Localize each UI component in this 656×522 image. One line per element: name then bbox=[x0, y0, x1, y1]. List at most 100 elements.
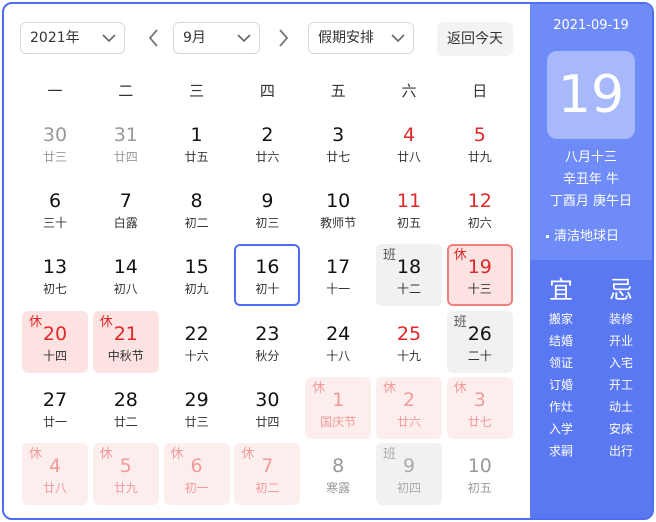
day-cell[interactable]: 29 廿三 bbox=[164, 377, 230, 439]
day-cell[interactable]: 16 初十 bbox=[234, 244, 301, 307]
holiday-badge: 休 bbox=[170, 447, 184, 462]
yi-item: 求嗣 bbox=[548, 444, 573, 458]
day-cell[interactable]: 8 初二 bbox=[164, 178, 230, 240]
holiday-badge: 休 bbox=[29, 314, 43, 330]
chevron-left-icon[interactable] bbox=[144, 26, 164, 50]
lunar-label: 教师节 bbox=[320, 216, 357, 231]
festival-item: 清洁地球日 bbox=[546, 228, 619, 246]
day-number: 4 bbox=[402, 124, 416, 146]
ji-item: 装修 bbox=[608, 312, 633, 326]
lunar-label: 初七 bbox=[42, 282, 67, 297]
day-cell[interactable]: 30 廿三 bbox=[22, 112, 88, 174]
lunar-label: 廿二 bbox=[113, 414, 138, 429]
bullet-icon bbox=[546, 235, 549, 238]
day-cell[interactable]: 17 十一 bbox=[305, 244, 371, 306]
month-day-ganzhi: 丁酉月 庚午日 bbox=[549, 194, 633, 209]
day-cell[interactable]: 班 9 初四 bbox=[376, 443, 442, 505]
lunar-label: 国庆节 bbox=[320, 414, 357, 429]
day-number: 29 bbox=[184, 388, 209, 411]
lunar-label: 初五 bbox=[396, 216, 421, 231]
day-cell[interactable]: 7 白露 bbox=[93, 178, 159, 240]
lunar-label: 二十 bbox=[467, 348, 492, 363]
day-cell[interactable]: 5 廿九 bbox=[447, 112, 513, 174]
day-cell[interactable]: 22 十六 bbox=[164, 311, 230, 373]
lunar-label: 初六 bbox=[467, 216, 492, 231]
month-select[interactable]: 9月 bbox=[173, 22, 260, 54]
back-to-today-button[interactable]: 返回今天 bbox=[437, 22, 513, 56]
yi-list: 搬家 结婚 领证 订婚 作灶 入学 求嗣 bbox=[541, 308, 581, 462]
year-select[interactable]: 2021年 bbox=[20, 22, 125, 54]
lunar-label: 廿九 bbox=[467, 150, 492, 164]
day-cell[interactable]: 休 1 国庆节 bbox=[305, 376, 372, 439]
day-cell[interactable]: 班 26 二十 bbox=[446, 310, 513, 373]
yi-item: 订婚 bbox=[548, 378, 573, 392]
day-cell[interactable]: 10 教师节 bbox=[305, 178, 371, 240]
ji-item: 出行 bbox=[608, 444, 633, 458]
day-cell[interactable]: 11 初五 bbox=[376, 178, 442, 240]
day-number: 17 bbox=[326, 256, 351, 279]
calendar-widget: 2021年 9月 假期安排 返回今天 一 二 三 四 五 六 日 30 廿三 31 廿四 1 廿五 2 廿… bbox=[2, 2, 654, 520]
day-cell[interactable]: 4 廿八 bbox=[376, 112, 442, 174]
day-cell[interactable]: 25 十九 bbox=[376, 311, 442, 373]
day-cell[interactable]: 休 6 初一 bbox=[163, 443, 230, 505]
holiday-select-value: 假期安排 bbox=[318, 30, 374, 46]
day-number: 11 bbox=[396, 190, 422, 213]
day-cell[interactable]: 27 廿一 bbox=[22, 377, 88, 439]
day-cell[interactable]: 6 三十 bbox=[22, 178, 88, 240]
day-cell[interactable]: 15 初九 bbox=[164, 244, 230, 306]
yi-item: 作灶 bbox=[548, 400, 573, 414]
day-cell[interactable]: 10 初五 bbox=[447, 443, 513, 505]
day-cell[interactable]: 休 20 十四 bbox=[22, 310, 88, 373]
day-cell[interactable]: 休 5 廿九 bbox=[92, 443, 159, 505]
selected-date: 2021-09-19 bbox=[553, 18, 629, 33]
day-cell[interactable]: 13 初七 bbox=[22, 244, 88, 306]
day-cell[interactable]: 30 廿四 bbox=[234, 377, 300, 439]
day-number: 22 bbox=[184, 322, 209, 345]
day-cell[interactable]: 23 秋分 bbox=[234, 311, 300, 373]
day-cell[interactable]: 休 19 十三 bbox=[446, 244, 513, 307]
calendar-main: 2021年 9月 假期安排 返回今天 一 二 三 四 五 六 日 30 廿三 31 廿四 1 廿五 2 廿… bbox=[4, 4, 530, 518]
chevron-right-icon[interactable] bbox=[273, 26, 293, 50]
ji-list: 装修 开业 入宅 开工 动土 安床 出行 bbox=[601, 308, 641, 462]
day-cell[interactable]: 休 7 初二 bbox=[234, 443, 301, 505]
yi-item: 搬家 bbox=[548, 312, 573, 326]
holiday-select[interactable]: 假期安排 bbox=[308, 22, 414, 54]
lunar-date: 八月十三 bbox=[564, 150, 617, 165]
day-cell[interactable]: 8 寒露 bbox=[305, 443, 371, 505]
day-cell[interactable]: 休 21 中秋节 bbox=[92, 310, 159, 373]
day-number: 15 bbox=[184, 256, 209, 279]
day-cell[interactable]: 休 2 廿六 bbox=[376, 376, 442, 439]
lunar-label: 秋分 bbox=[255, 348, 280, 363]
lunar-label: 十八 bbox=[326, 348, 351, 363]
weekday-header: 一二三四五六日 bbox=[22, 76, 520, 106]
holiday-badge: 休 bbox=[241, 447, 255, 462]
lunar-label: 十九 bbox=[396, 348, 421, 363]
day-number: 28 bbox=[113, 388, 138, 411]
day-number: 10 bbox=[467, 455, 492, 477]
day-cell[interactable]: 12 初六 bbox=[447, 178, 513, 240]
lunar-label: 十四 bbox=[42, 348, 67, 363]
day-cell[interactable]: 9 初三 bbox=[234, 178, 300, 240]
day-number: 24 bbox=[326, 322, 351, 345]
day-cell[interactable]: 24 十八 bbox=[305, 311, 371, 373]
ji-item: 安床 bbox=[608, 422, 633, 436]
day-cell[interactable]: 3 廿七 bbox=[305, 112, 371, 174]
day-number: 3 bbox=[332, 124, 345, 146]
day-cell[interactable]: 2 廿六 bbox=[234, 112, 300, 174]
day-number: 16 bbox=[255, 256, 280, 279]
day-number: 14 bbox=[113, 256, 138, 279]
lunar-label: 初三 bbox=[255, 216, 280, 231]
day-cell[interactable]: 28 廿二 bbox=[93, 377, 159, 439]
day-cell[interactable]: 休 4 廿八 bbox=[22, 443, 88, 505]
day-number: 9 bbox=[261, 190, 274, 213]
day-cell[interactable]: 1 廿五 bbox=[164, 112, 230, 174]
lunar-label: 廿六 bbox=[396, 414, 421, 429]
lunar-label: 廿一 bbox=[42, 414, 67, 429]
day-cell[interactable]: 14 初八 bbox=[93, 244, 159, 306]
day-cell[interactable]: 休 3 廿七 bbox=[446, 376, 513, 439]
lunar-label: 初八 bbox=[113, 282, 138, 297]
workday-badge: 班 bbox=[453, 314, 467, 330]
day-cell[interactable]: 班 18 十二 bbox=[376, 244, 442, 307]
day-cell[interactable]: 31 廿四 bbox=[93, 112, 159, 174]
day-detail-panel: 2021-09-19 19 八月十三 辛丑年 牛 丁酉月 庚午日 清洁地球日 宜… bbox=[530, 4, 652, 518]
